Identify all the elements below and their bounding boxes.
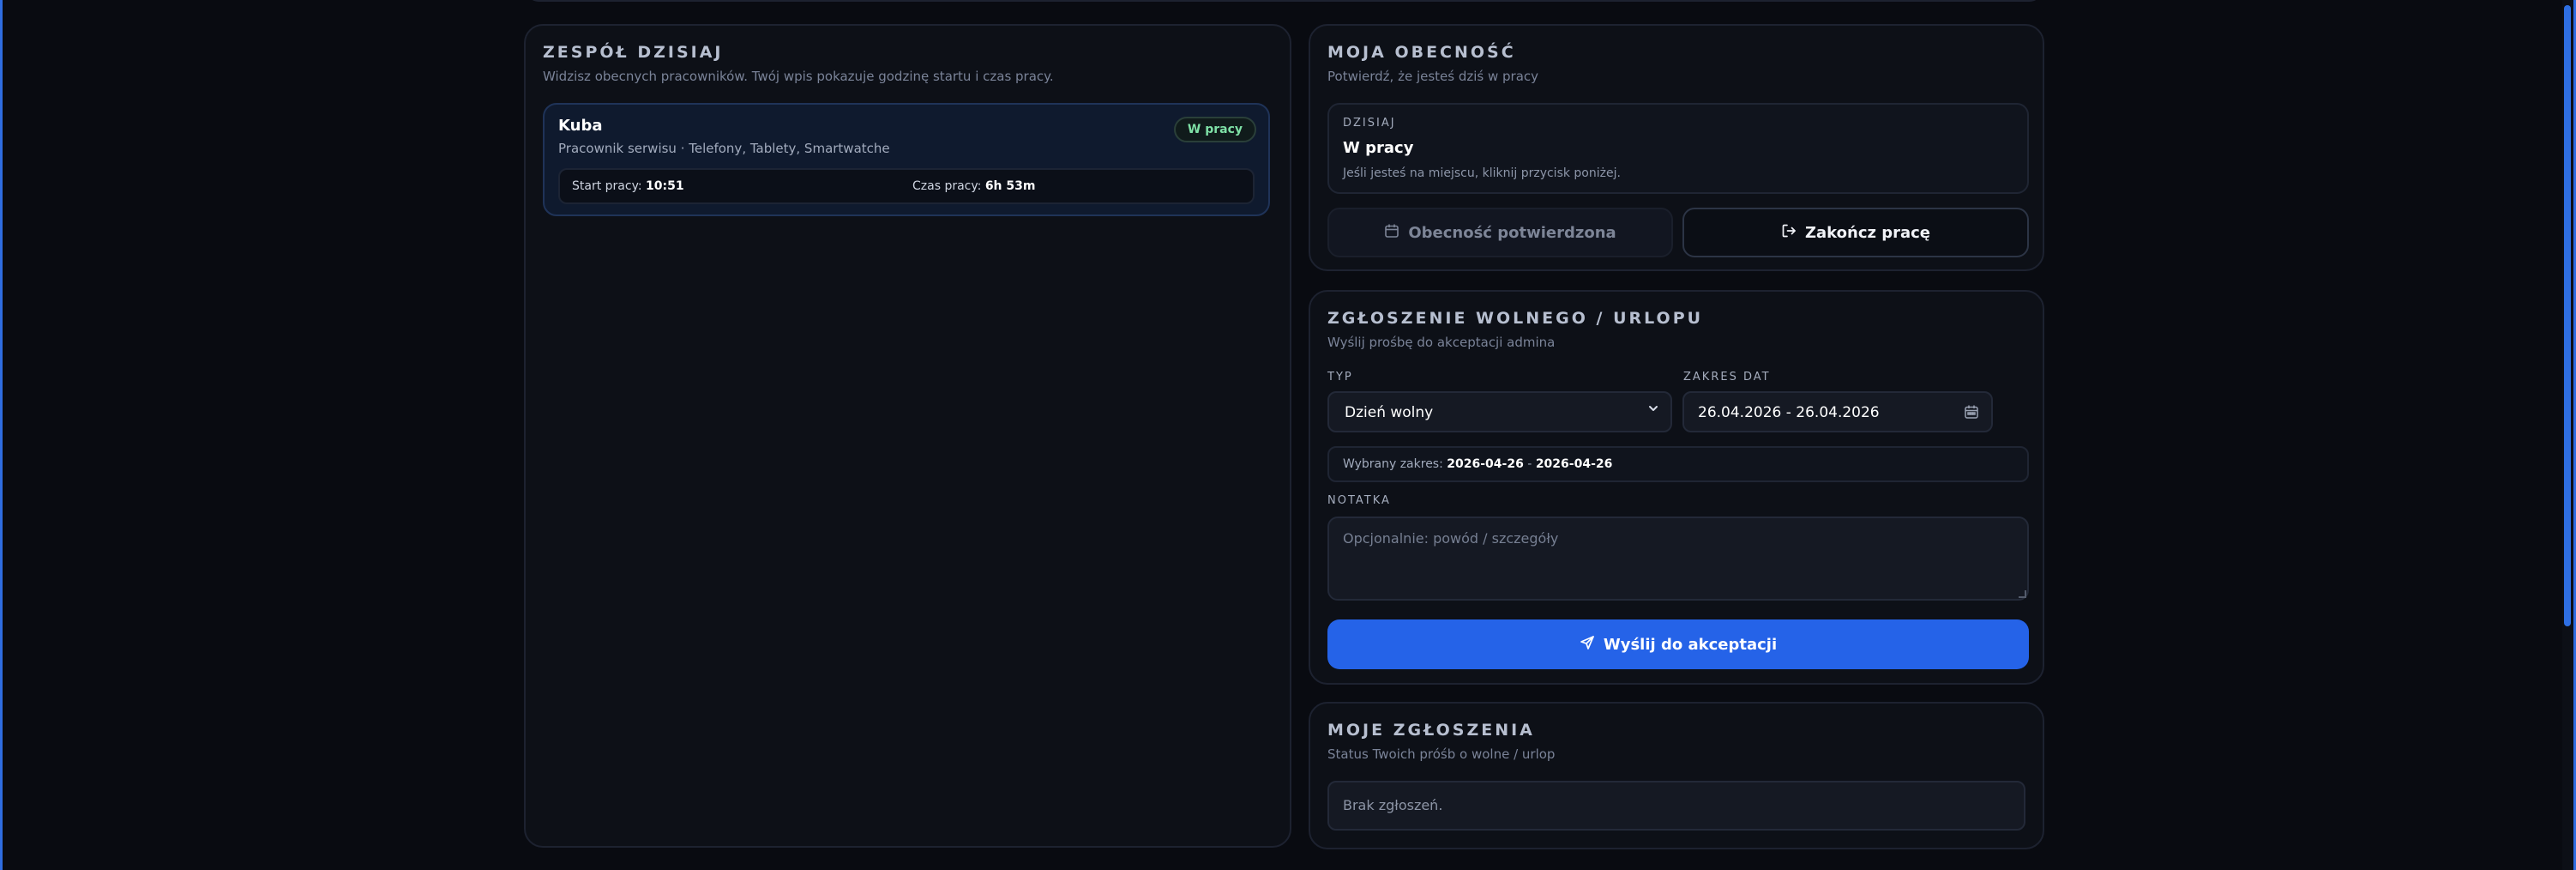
my-attendance-subtitle: Potwierdź, że jesteś dziś w pracy: [1327, 69, 1539, 84]
selected-range-from: 2026-04-26: [1447, 457, 1524, 471]
my-requests-subtitle: Status Twoich próśb o wolne / urlop: [1327, 746, 1556, 762]
today-label: DZISIAJ: [1343, 117, 1396, 130]
work-time-label: Czas pracy:: [912, 179, 982, 193]
note-textarea[interactable]: [1327, 517, 2029, 601]
selected-range-to: 2026-04-26: [1535, 457, 1613, 471]
team-today-subtitle: Widzisz obecnych pracowników. Twój wpis …: [543, 69, 1054, 84]
finish-work-label: Zakończ pracę: [1804, 223, 1931, 242]
work-time-stat: Czas pracy: 6h 53m: [912, 179, 1035, 193]
employee-name: Kuba: [558, 117, 603, 135]
previous-card-edge: [524, 0, 2044, 2]
leave-type-select[interactable]: Dzień wolny: [1327, 391, 1672, 432]
send-icon: [1580, 635, 1595, 655]
note-label: NOTATKA: [1327, 494, 1391, 507]
my-attendance-panel: MOJA OBECNOŚĆ Potwierdź, że jesteś dziś …: [1309, 24, 2044, 271]
finish-work-button[interactable]: Zakończ pracę: [1682, 208, 2029, 257]
attendance-confirmed-button[interactable]: Obecność potwierdzona: [1327, 208, 1673, 257]
status-badge: W pracy: [1173, 117, 1256, 142]
resize-handle-icon[interactable]: [2019, 590, 2026, 598]
employee-card: Kuba Pracownik serwisu · Telefony, Table…: [543, 103, 1270, 216]
work-time-value: 6h 53m: [984, 179, 1036, 193]
my-attendance-title: MOJA OBECNOŚĆ: [1327, 43, 1516, 62]
employee-role: Pracownik serwisu · Telefony, Tablety, S…: [558, 141, 890, 156]
type-label: TYP: [1327, 371, 1353, 384]
today-status: W pracy: [1343, 139, 1414, 157]
date-range-label: ZAKRES DAT: [1683, 371, 1771, 384]
my-requests-panel: MOJE ZGŁOSZENIA Status Twoich próśb o wo…: [1309, 702, 2044, 849]
chevron-down-icon: [1646, 402, 1660, 420]
selected-range-summary: Wybrany zakres: 2026-04-26 - 2026-04-26: [1327, 446, 2029, 482]
leave-request-panel: ZGŁOSZENIE WOLNEGO / URLOPU Wyślij prośb…: [1309, 290, 2044, 685]
leave-request-subtitle: Wyślij prośbę do akceptacji admina: [1327, 335, 1556, 350]
employee-stats: Start pracy: 10:51 Czas pracy: 6h 53m: [558, 168, 1255, 204]
selected-range-prefix: Wybrany zakres:: [1343, 457, 1443, 471]
today-hint: Jeśli jesteś na miejscu, kliknij przycis…: [1343, 166, 1621, 180]
date-range-value: 26.04.2026 - 26.04.2026: [1698, 404, 1880, 421]
leave-type-value: Dzień wolny: [1345, 404, 1434, 421]
attendance-confirmed-label: Obecność potwierdzona: [1408, 223, 1616, 242]
send-request-label: Wyślij do akceptacji: [1603, 635, 1778, 654]
date-range-picker[interactable]: 26.04.2026 - 26.04.2026: [1682, 391, 1993, 432]
selected-range-separator: -: [1527, 457, 1532, 471]
scrollbar-thumb[interactable]: [2564, 5, 2571, 626]
team-today-panel: ZESPÓŁ DZISIAJ Widzisz obecnych pracowni…: [524, 24, 1291, 848]
calendar-icon: [1384, 223, 1399, 243]
leave-request-title: ZGŁOSZENIE WOLNEGO / URLOPU: [1327, 309, 1704, 328]
team-today-title: ZESPÓŁ DZISIAJ: [543, 43, 724, 62]
send-request-button[interactable]: Wyślij do akceptacji: [1327, 619, 2029, 669]
start-time-stat: Start pracy: 10:51: [572, 179, 684, 193]
logout-icon: [1781, 223, 1797, 243]
window-border-left: [0, 0, 3, 870]
today-status-box: DZISIAJ W pracy Jeśli jesteś na miejscu,…: [1327, 103, 2029, 194]
start-time-value: 10:51: [646, 179, 684, 193]
start-time-label: Start pracy:: [572, 179, 642, 193]
my-requests-title: MOJE ZGŁOSZENIA: [1327, 721, 1535, 740]
calendar-icon[interactable]: [1964, 404, 1979, 424]
requests-empty-state: Brak zgłoszeń.: [1327, 781, 2025, 831]
